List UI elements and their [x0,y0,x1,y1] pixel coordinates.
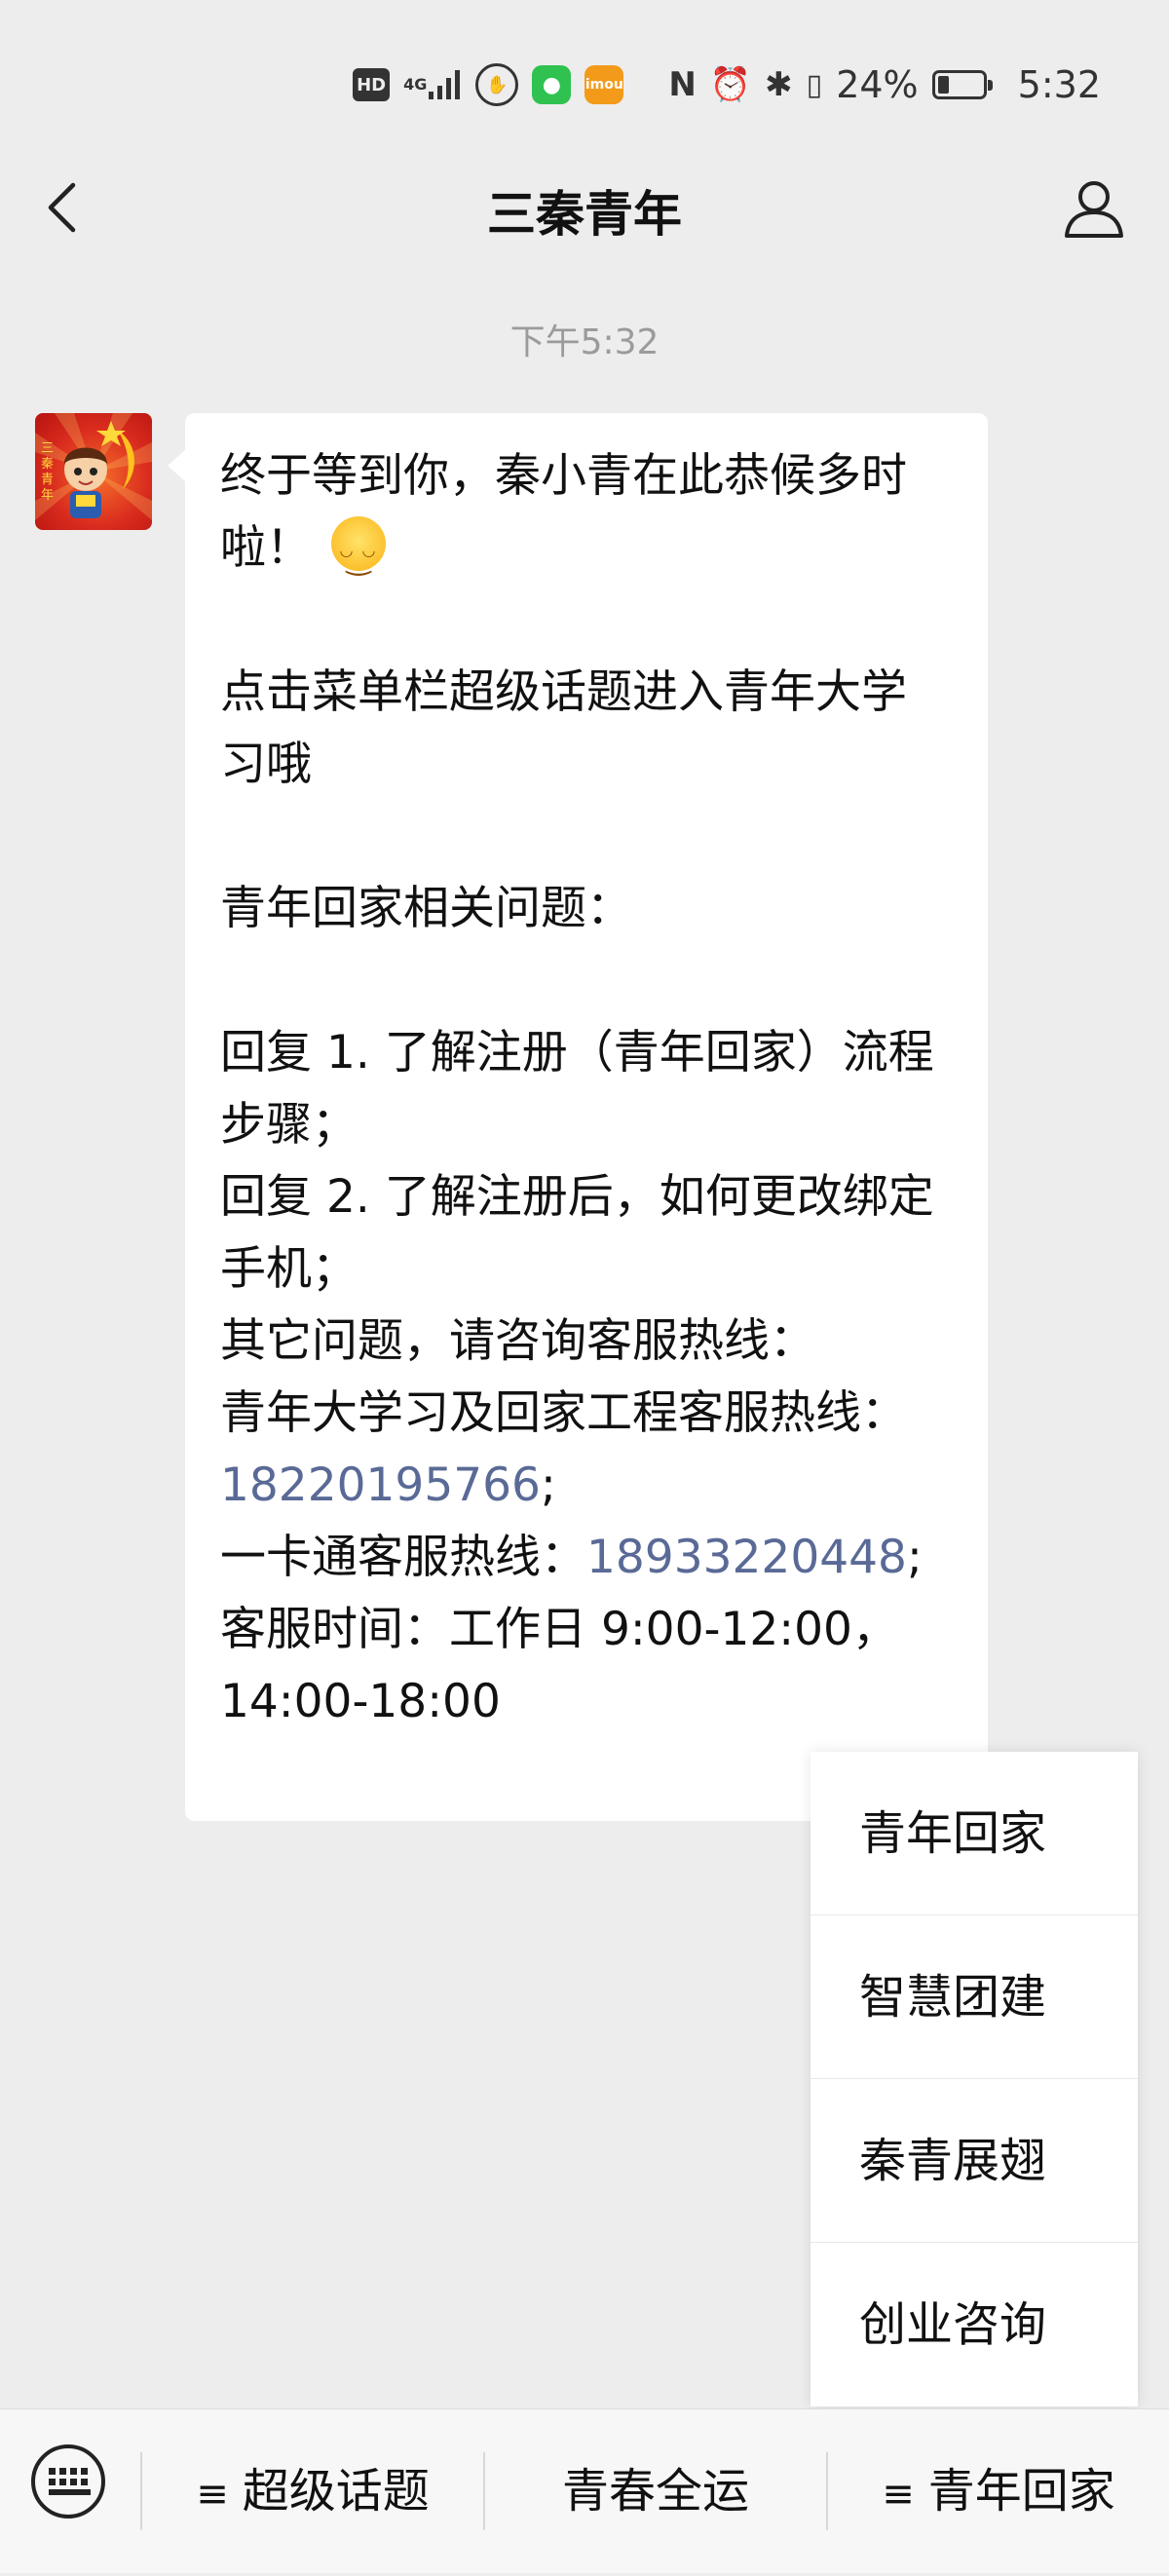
avatar[interactable]: 三 秦 青 年 [35,413,152,530]
message-line: 手机； [220,1242,358,1296]
smiling-face-emoji-icon [331,514,386,596]
menu-label: 超级话题 [242,2464,430,2519]
semicolon: ; [906,1531,923,1584]
keyboard-toggle-button[interactable] [31,2444,105,2519]
message-line: 终于等到你，秦小青在此恭候多时 [220,449,907,503]
profile-button[interactable] [1063,177,1125,240]
svg-text:青: 青 [41,473,54,487]
semicolon: ; [540,1458,556,1512]
battery-icon [931,70,993,99]
message-line: 客服时间：工作日 9:00-12:00， [220,1603,898,1656]
status-bar: HD 4G ✋ ● imou N ⏰ ✱ ▯ 24% 5:32 [0,0,1169,166]
menu-label: 青春全运 [561,2464,749,2519]
signal-icon: 4G [403,70,462,99]
message-line: 习哦 [220,738,312,791]
wechat-app-icon: ● [532,65,572,104]
message-line: 点击菜单栏超级话题进入青年大学 [220,665,907,719]
menu-list-icon: ≡ [882,2472,915,2517]
message-line: 其它问题，请咨询客服热线： [220,1314,815,1368]
battery-percent: 24% [836,63,919,106]
hotline-link-youth[interactable]: 18220195766 [220,1458,541,1512]
message-line: 步骤； [220,1098,358,1152]
message-timestamp: 下午5:32 [509,322,660,362]
status-time: 5:32 [1017,63,1101,106]
message-bubble[interactable]: 终于等到你，秦小青在此恭候多时 啦！ 点击菜单栏超级话题进入青年大学 习哦 青年… [168,413,988,1821]
hotline-link-card[interactable]: 18933220448 [586,1531,907,1584]
menu-youth-games-button[interactable]: 青春全运 [485,2409,826,2573]
svg-text:年: 年 [41,488,54,503]
hand-icon: ✋ [475,63,519,106]
message-line: 14:00-18:00 [220,1675,501,1728]
keyboard-icon [49,2468,91,2495]
page-title: 三秦青年 [487,186,682,243]
submenu-item-startup-consult[interactable]: 创业咨询 [811,2243,1138,2406]
menu-list-icon: ≡ [196,2472,229,2517]
submenu-item-smart-league[interactable]: 智慧团建 [811,1915,1138,2079]
menu-label: 青年回家 [927,2464,1115,2519]
message-line: 18220195766; [220,1450,953,1522]
submenu-item-youth-home[interactable]: 青年回家 [811,1752,1138,1915]
message-line: 啦！ [220,512,953,596]
bottom-menu-bar: ≡ 超级话题 青春全运 ≡ 青年回家 [0,2408,1169,2573]
alarm-icon: ⏰ [709,65,752,104]
submenu-item-qinqing-wings[interactable]: 秦青展翅 [811,2079,1138,2243]
bluetooth-icon: ✱ [765,65,793,104]
message-line: 青年回家相关问题： [220,882,632,935]
chat-header: 三秦青年 [0,156,1169,258]
menu-youth-home-button[interactable]: ≡ 青年回家 [828,2409,1169,2573]
imou-app-icon: imou [584,65,624,104]
battery-level [937,76,949,94]
person-icon [1065,181,1123,238]
hd-icon: HD [353,68,391,101]
message-line: 回复 1. 了解注册（青年回家）流程 [220,1026,934,1080]
message-line: 一卡通客服热线：18933220448; [220,1531,923,1584]
svg-text:三: 三 [41,441,54,456]
submenu-popup: 青年回家 智慧团建 秦青展翅 创业咨询 [811,1752,1138,2406]
svg-text:秦: 秦 [41,457,54,472]
vibrate-icon: ▯ [806,67,823,102]
message-line: 青年大学习及回家工程客服热线： [220,1386,907,1440]
mascot-avatar-icon: 三 秦 青 年 [35,413,152,520]
message-line: 回复 2. 了解注册后，如何更改绑定 [220,1170,934,1224]
nfc-icon: N [668,65,697,104]
menu-super-topic-button[interactable]: ≡ 超级话题 [142,2409,483,2573]
network-type: 4G [403,75,428,94]
